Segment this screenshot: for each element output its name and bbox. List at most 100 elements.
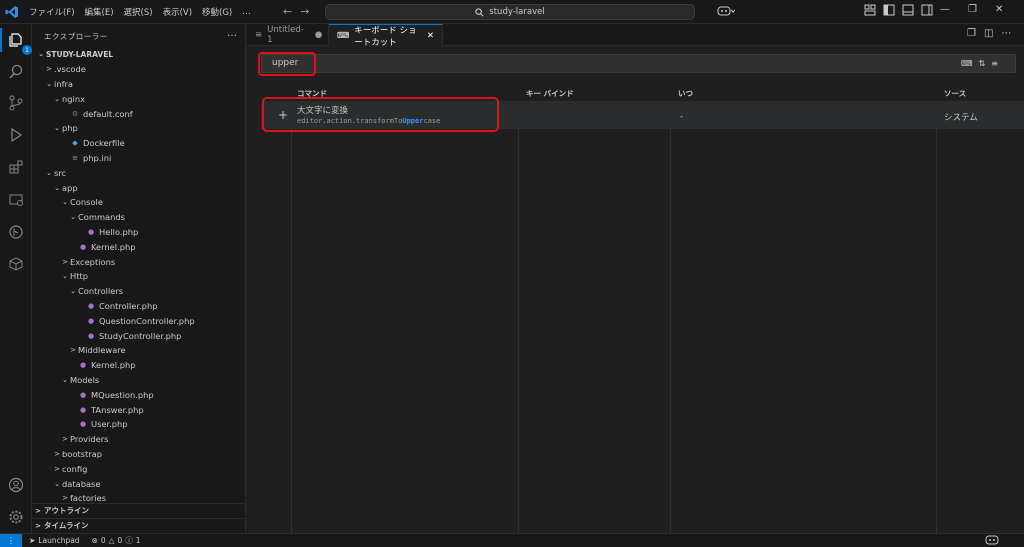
menu-bar: ファイル(F) 編集(E) 選択(S) 表示(V) 移動(G) …	[24, 0, 256, 24]
tab-untitled[interactable]: ≡ Untitled-1 ●	[247, 24, 329, 46]
tree-folder[interactable]: > Middleware	[32, 343, 246, 358]
tree-file[interactable]: ● StudyController.php	[32, 328, 246, 343]
tree-folder[interactable]: ⌄ Http	[32, 269, 246, 284]
title-bar: ファイル(F) 編集(E) 選択(S) 表示(V) 移動(G) … ← → st…	[0, 0, 1024, 24]
tree-file[interactable]: ● Controller.php	[32, 299, 246, 314]
extensions-icon[interactable]	[7, 158, 25, 176]
tree-folder[interactable]: > Providers	[32, 432, 246, 447]
php-file-icon: ●	[79, 242, 87, 251]
tree-folder[interactable]: ⌄ Controllers	[32, 284, 246, 299]
accounts-icon[interactable]	[7, 476, 25, 494]
tree-folder[interactable]: > config	[32, 461, 246, 476]
tree-file[interactable]: ● User.php	[32, 417, 246, 432]
menu-selection[interactable]: 選択(S)	[119, 6, 158, 18]
column-keybinding[interactable]: キー バインド	[526, 88, 574, 99]
tree-item-label: Commands	[78, 212, 125, 223]
tree-folder[interactable]: > bootstrap	[32, 447, 246, 462]
minimize-icon[interactable]: —	[940, 4, 950, 15]
tree-item-label: Hello.php	[99, 226, 139, 237]
tree-item-label: php.ini	[83, 152, 112, 163]
tree-file[interactable]: ● TAnswer.php	[32, 402, 246, 417]
settings-gear-icon[interactable]	[7, 508, 25, 526]
menu-go[interactable]: 移動(G)	[197, 6, 237, 18]
tree-folder[interactable]: > Exceptions	[32, 254, 246, 269]
php-file-icon: ●	[79, 405, 87, 414]
restore-icon[interactable]: ❐	[968, 4, 977, 15]
tree-item-label: Providers	[70, 434, 109, 445]
menu-file[interactable]: ファイル(F)	[24, 6, 80, 18]
tree-file[interactable]: ● Kernel.php	[32, 358, 246, 373]
record-keys-icon[interactable]: ⌨	[961, 59, 973, 68]
open-keybindings-json-icon[interactable]: ❐	[967, 28, 976, 39]
sort-by-precedence-icon[interactable]: ⇅	[979, 59, 986, 68]
chevron-right-icon: >	[54, 464, 60, 473]
keybindings-search-input[interactable]: upper	[261, 54, 1016, 73]
tree-file[interactable]: ● QuestionController.php	[32, 313, 246, 328]
tree-item-label: database	[62, 478, 101, 489]
timeline-section[interactable]: > タイムライン	[32, 518, 246, 532]
tree-folder[interactable]: ⌄ database	[32, 476, 246, 491]
copilot-icon[interactable]	[717, 5, 736, 19]
tree-file[interactable]: ● Hello.php	[32, 225, 246, 240]
explorer-sidebar: エクスプローラー … ⌄ STUDY-LARAVEL > .vscode ⌄ infra ⌄…	[32, 24, 246, 533]
column-divider	[291, 101, 292, 533]
column-source[interactable]: ソース	[944, 88, 966, 99]
tree-folder[interactable]: ⌄ php	[32, 121, 246, 136]
menu-view[interactable]: 表示(V)	[158, 6, 197, 18]
remote-explorer-icon[interactable]	[7, 191, 25, 209]
git-graph-icon[interactable]	[7, 223, 25, 241]
run-debug-icon[interactable]	[7, 126, 25, 144]
tab-keyboard-shortcuts[interactable]: ⌨ キーボード ショートカット ✕	[329, 24, 443, 48]
close-window-icon[interactable]: ✕	[995, 4, 1003, 15]
tree-folder[interactable]: ⌄ Commands	[32, 210, 246, 225]
chevron-right-icon: >	[62, 257, 68, 266]
problems-item[interactable]: ⊗ 0 △ 0 ⓘ 1	[92, 535, 141, 546]
toggle-secondary-sidebar-icon[interactable]	[921, 4, 934, 17]
back-arrow-icon[interactable]: ←	[283, 5, 292, 18]
tree-folder[interactable]: ⌄ src	[32, 165, 246, 180]
layout-customize-icon[interactable]	[864, 4, 877, 17]
toggle-sidebar-icon[interactable]	[883, 4, 896, 17]
tree-item-label: config	[62, 463, 88, 474]
tree-file[interactable]: ≡ php.ini	[32, 151, 246, 166]
forward-arrow-icon[interactable]: →	[300, 5, 309, 18]
containers-icon[interactable]	[7, 255, 25, 273]
tab-label: キーボード ショートカット	[354, 26, 417, 48]
search-view-icon[interactable]	[7, 63, 25, 81]
tree-folder[interactable]: ⌄ nginx	[32, 91, 246, 106]
search-highlight-box	[258, 52, 316, 76]
copilot-status-icon[interactable]	[985, 535, 999, 547]
explorer-more-icon[interactable]: …	[227, 28, 237, 39]
tree-folder[interactable]: ⌄ STUDY-LARAVEL	[32, 47, 246, 62]
tree-file[interactable]: ⚙ default.conf	[32, 106, 246, 121]
layout-controls	[864, 4, 934, 17]
clear-filter-icon[interactable]: ≡	[991, 59, 998, 68]
command-center-search[interactable]: study-laravel	[325, 4, 695, 20]
tree-folder[interactable]: > .vscode	[32, 62, 246, 77]
tree-file[interactable]: ● Kernel.php	[32, 239, 246, 254]
launchpad-item[interactable]: ➤ Launchpad	[29, 536, 80, 545]
warning-count: 0	[117, 536, 123, 545]
tree-folder[interactable]: ⌄ Models	[32, 373, 246, 388]
tree-folder[interactable]: ⌄ app	[32, 180, 246, 195]
outline-section[interactable]: > アウトライン	[32, 503, 246, 517]
tree-folder[interactable]: ⌄ Console	[32, 195, 246, 210]
toggle-panel-icon[interactable]	[902, 4, 915, 17]
info-count: 1	[135, 536, 141, 545]
modified-dot-icon[interactable]: ●	[315, 30, 322, 40]
tree-item-label: app	[62, 182, 78, 193]
more-actions-icon[interactable]: ⋯	[1001, 28, 1011, 39]
close-tab-icon[interactable]: ✕	[427, 31, 434, 41]
split-editor-icon[interactable]: ◫	[984, 28, 993, 39]
menu-edit[interactable]: 編集(E)	[80, 6, 119, 18]
error-icon: ⊗	[91, 536, 98, 545]
remote-indicator-icon[interactable]: ⋮	[0, 533, 22, 547]
chevron-right-icon: >	[54, 449, 60, 458]
source-control-icon[interactable]	[7, 94, 25, 112]
menu-more[interactable]: …	[237, 7, 256, 17]
explorer-icon[interactable]: 1	[7, 31, 32, 55]
column-when[interactable]: いつ	[678, 88, 693, 99]
tree-folder[interactable]: ⌄ infra	[32, 77, 246, 92]
tree-file[interactable]: ◆ Dockerfile	[32, 136, 246, 151]
tree-file[interactable]: ● MQuestion.php	[32, 387, 246, 402]
